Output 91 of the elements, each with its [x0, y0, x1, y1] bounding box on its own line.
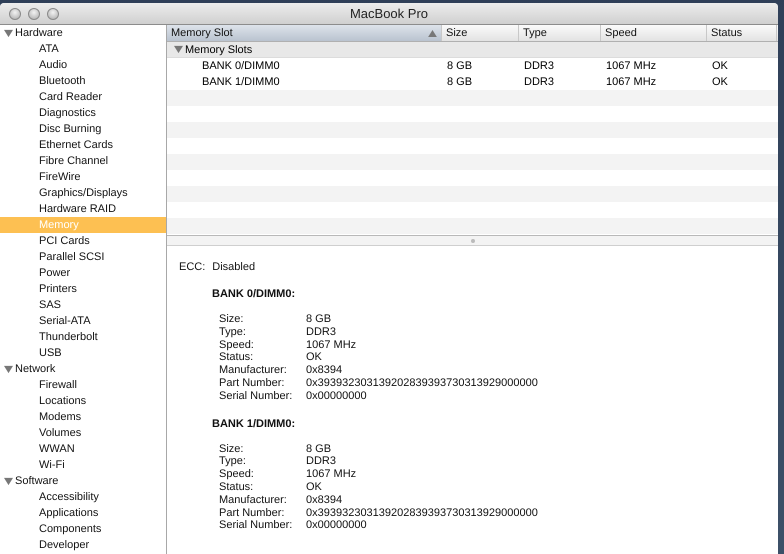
sidebar-item[interactable]: Parallel SCSI	[0, 249, 166, 265]
field-value: 0x393932303139202839393730313929000000	[306, 506, 539, 520]
field-label: Size:	[219, 313, 244, 326]
sidebar-item[interactable]: Wi-Fi	[0, 457, 166, 473]
field-value: DDR3	[306, 455, 337, 468]
sidebar-item[interactable]: Serial-ATA	[0, 313, 166, 329]
field-value: OK	[306, 351, 323, 364]
table-cell-text: DDR3	[523, 59, 555, 74]
field-label: Serial Number:	[219, 519, 294, 532]
group-label: Memory Slots	[185, 44, 252, 56]
field-value: 8 GB	[306, 442, 332, 456]
disclosure-triangle-icon[interactable]	[4, 476, 13, 486]
table-cell-text: 8 GB	[446, 75, 474, 90]
sidebar-group[interactable]: Network	[15, 363, 56, 375]
zoom-button[interactable]	[47, 8, 59, 20]
sidebar-item[interactable]: Hardware RAID	[0, 201, 166, 217]
sidebar-group[interactable]: Software	[15, 475, 58, 487]
field-label: Speed:	[219, 468, 255, 481]
field-label: Type:	[219, 326, 247, 339]
field-label: Speed:	[219, 338, 255, 352]
sidebar-item[interactable]: WWAN	[0, 441, 166, 457]
group-row[interactable]: Memory Slots	[167, 42, 778, 58]
sidebar-item[interactable]: Card Reader	[0, 89, 166, 105]
table-cell-text: 8 GB	[446, 59, 474, 74]
disclosure-triangle-icon[interactable]	[4, 364, 13, 374]
sidebar-item[interactable]: Disc Burning	[0, 121, 166, 137]
sidebar-item[interactable]: Components	[0, 521, 166, 537]
field-label: ECC:	[179, 261, 206, 273]
field-value: DDR3	[306, 326, 337, 339]
field-label: Serial Number:	[219, 390, 294, 403]
sidebar-item[interactable]: SAS	[0, 297, 166, 313]
column-header[interactable]: Memory Slot	[167, 25, 442, 41]
sidebar-item[interactable]: PCI Cards	[0, 233, 166, 249]
sidebar-item[interactable]: Printers	[0, 281, 166, 297]
table-cell-text: BANK 0/DIMM0	[201, 59, 281, 74]
sidebar-item[interactable]: Applications	[0, 505, 166, 521]
field-label: Manufacturer:	[219, 364, 288, 377]
field-label: Type:	[219, 455, 247, 468]
field-value: 1067 MHz	[306, 468, 358, 481]
sidebar-group[interactable]: Hardware	[15, 27, 63, 39]
disclosure-triangle-icon[interactable]	[174, 45, 183, 54]
sidebar-item[interactable]: Graphics/Displays	[0, 185, 166, 201]
field-label: Status:	[219, 480, 254, 494]
field-value: 0x00000000	[306, 519, 368, 532]
sidebar-item[interactable]: Audio	[0, 57, 166, 73]
column-header[interactable]: Speed	[601, 25, 707, 41]
table-cell-text: OK	[711, 75, 729, 90]
field-value: 0x8394	[306, 364, 344, 377]
field-label: Part Number:	[219, 506, 286, 520]
section-heading: BANK 0/DIMM0:	[212, 288, 296, 300]
table-cell-text: OK	[711, 59, 729, 74]
sidebar-item[interactable]: Bluetooth	[0, 73, 166, 89]
column-header[interactable]: Size	[442, 25, 519, 41]
field-label: Manufacturer:	[219, 494, 288, 507]
sidebar-item[interactable]: Firewall	[0, 377, 166, 393]
sidebar-item[interactable]: Locations	[0, 393, 166, 409]
sidebar-item[interactable]: USB	[0, 345, 166, 361]
sidebar-item[interactable]: Volumes	[0, 425, 166, 441]
table-cell-text: 1067 MHz	[605, 59, 658, 74]
table-cell-text: BANK 1/DIMM0	[201, 75, 281, 90]
sidebar-item[interactable]: Developer	[0, 537, 166, 553]
minimize-button[interactable]	[28, 8, 40, 20]
column-header[interactable]: Status	[707, 25, 777, 41]
sidebar-item[interactable]: Ethernet Cards	[0, 137, 166, 153]
sidebar-item[interactable]: Modems	[0, 409, 166, 425]
field-value: 8 GB	[306, 313, 332, 326]
splitter-handle-icon[interactable]	[470, 238, 474, 242]
field-label: Status:	[219, 351, 254, 364]
close-button[interactable]	[9, 8, 21, 20]
sidebar-item[interactable]: Accessibility	[0, 489, 166, 505]
field-value: 0x393932303139202839393730313929000000	[306, 376, 539, 390]
sidebar-item[interactable]: Diagnostics	[0, 105, 166, 121]
sidebar-item[interactable]: Power	[0, 265, 166, 281]
field-label: Size:	[219, 442, 244, 456]
sidebar-item[interactable]: ATA	[0, 41, 166, 57]
sort-arrow-icon	[428, 30, 437, 36]
column-header[interactable]: Type	[519, 25, 601, 41]
field-value: 0x8394	[306, 494, 344, 507]
field-value: OK	[306, 480, 323, 494]
section-heading: BANK 1/DIMM0:	[212, 418, 296, 430]
disclosure-triangle-icon[interactable]	[4, 28, 13, 38]
table-cell-text: DDR3	[523, 75, 555, 90]
field-value: 1067 MHz	[306, 338, 358, 352]
field-label: Part Number:	[219, 376, 286, 390]
field-value: 0x00000000	[306, 390, 368, 403]
table-cell-text: 1067 MHz	[605, 75, 658, 90]
sidebar-item[interactable]: Fibre Channel	[0, 153, 166, 169]
sidebar-item[interactable]: Thunderbolt	[0, 329, 166, 345]
field-value: Disabled	[212, 261, 256, 273]
sidebar-item[interactable]: FireWire	[0, 169, 166, 185]
window-title: MacBook Pro	[350, 6, 428, 21]
